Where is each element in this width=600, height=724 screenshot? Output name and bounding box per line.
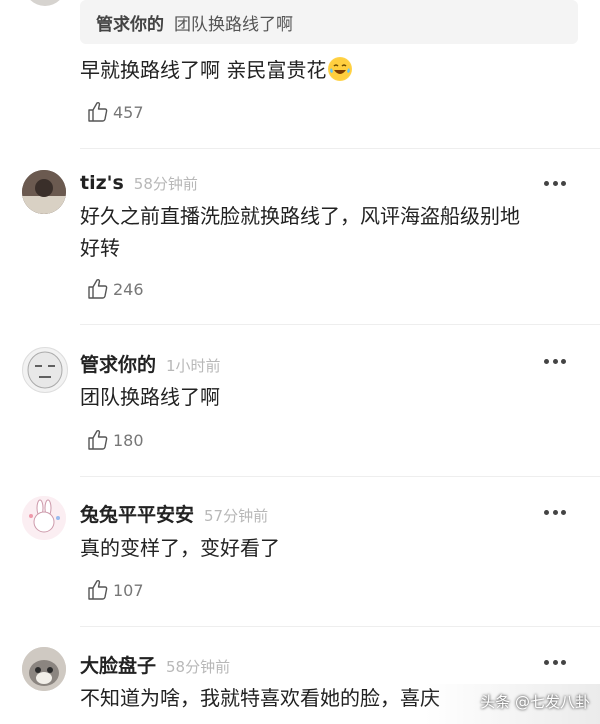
avatar-image bbox=[22, 647, 66, 691]
comment-header: 兔兔平平安安 57分钟前 bbox=[80, 500, 268, 527]
comment-author[interactable]: 管求你的 bbox=[80, 350, 156, 377]
like-count: 180 bbox=[113, 430, 144, 450]
quoted-reply-author[interactable]: 管求你的 bbox=[96, 10, 164, 35]
avatar[interactable] bbox=[22, 170, 66, 214]
divider bbox=[80, 476, 600, 477]
comment-header: 管求你的 1小时前 bbox=[80, 350, 221, 377]
more-dots-icon[interactable] bbox=[544, 507, 566, 517]
divider bbox=[80, 324, 600, 325]
reply-text-content: 早就换路线了啊 亲民富贵花 bbox=[80, 58, 327, 82]
divider bbox=[80, 148, 600, 149]
comment-author[interactable]: tiz's bbox=[80, 172, 124, 194]
comment-time: 1小时前 bbox=[166, 357, 221, 375]
like-button[interactable]: 457 bbox=[86, 100, 144, 124]
comment-header: 大脸盘子 58分钟前 bbox=[80, 651, 230, 678]
more-dots-icon[interactable] bbox=[544, 178, 566, 188]
comment-text-line: 真的变样了，变好看了 bbox=[80, 536, 280, 560]
avatar-image bbox=[22, 496, 66, 540]
like-count: 246 bbox=[113, 279, 144, 299]
like-count: 457 bbox=[113, 102, 144, 122]
comment-author[interactable]: 大脸盘子 bbox=[80, 651, 156, 678]
comment-time: 58分钟前 bbox=[133, 175, 198, 193]
comment-time: 58分钟前 bbox=[166, 658, 231, 676]
more-dots-icon[interactable] bbox=[544, 356, 566, 366]
thumbs-up-icon bbox=[88, 101, 108, 122]
more-dots-icon[interactable] bbox=[544, 657, 566, 667]
like-count: 107 bbox=[113, 580, 144, 600]
reply-text: 早就换路线了啊 亲民富贵花 bbox=[80, 54, 580, 86]
comment-text-line: 团队换路线了啊 bbox=[80, 385, 220, 409]
watermark: 头条 @七发八卦 bbox=[480, 693, 590, 711]
quoted-reply-text: 团队换路线了啊 bbox=[174, 14, 293, 35]
like-button[interactable]: 180 bbox=[86, 428, 144, 452]
comment-text: 团队换路线了啊 bbox=[80, 381, 580, 413]
like-button[interactable]: 107 bbox=[86, 578, 144, 602]
avatar-image bbox=[22, 170, 66, 214]
laughing-tears-emoji-icon bbox=[328, 57, 353, 81]
comment-text-line: 好久之前直播洗脸就换路线了，风评海盗船级别地 bbox=[80, 204, 520, 228]
thumbs-up-icon bbox=[88, 278, 108, 299]
divider bbox=[80, 626, 600, 627]
comment-time: 57分钟前 bbox=[204, 507, 269, 525]
avatar-image bbox=[27, 351, 63, 389]
quoted-reply: 管求你的 团队换路线了啊 bbox=[80, 0, 578, 44]
comment-text-line: 好转 bbox=[80, 236, 120, 260]
comment-author[interactable]: 兔兔平平安安 bbox=[80, 500, 194, 527]
comment-text: 好久之前直播洗脸就换路线了，风评海盗船级别地 好转 bbox=[80, 200, 580, 264]
thumbs-up-icon bbox=[88, 429, 108, 450]
comment-header: tiz's 58分钟前 bbox=[80, 172, 198, 194]
avatar[interactable] bbox=[24, 0, 66, 6]
comment-text: 真的变样了，变好看了 bbox=[80, 532, 580, 564]
thumbs-up-icon bbox=[88, 579, 108, 600]
like-button[interactable]: 246 bbox=[86, 277, 144, 301]
avatar[interactable] bbox=[22, 647, 66, 691]
avatar[interactable] bbox=[22, 496, 66, 540]
avatar[interactable] bbox=[22, 347, 68, 393]
